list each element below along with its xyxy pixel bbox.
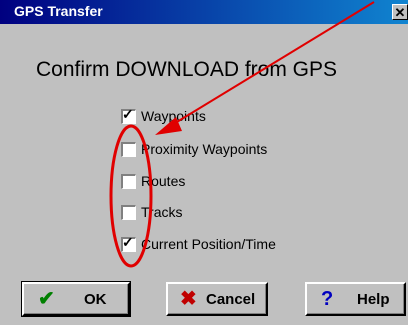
annotation-overlay (109, 1, 375, 268)
annotation-arrow-line (166, 1, 375, 129)
annotation-arrow-head (155, 117, 182, 135)
highlight-ellipse (109, 124, 153, 268)
gps-transfer-dialog: GPS Transfer ✕ Confirm DOWNLOAD from GPS… (0, 0, 408, 325)
